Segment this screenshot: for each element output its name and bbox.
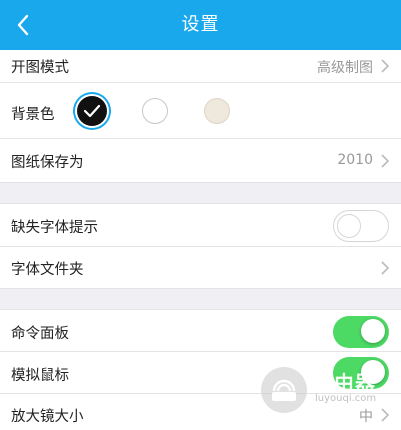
missing-font-row: 缺失字体提示 xyxy=(0,203,401,247)
chevron-right-icon xyxy=(381,59,390,73)
save-as-row[interactable]: 图纸保存为 2010 xyxy=(0,139,401,183)
save-as-value: 2010 xyxy=(337,152,373,168)
open-mode-value: 高级制图 xyxy=(317,60,373,76)
toggle-knob xyxy=(361,319,385,343)
watermark-domain: luyouqi.com xyxy=(315,393,377,404)
check-icon xyxy=(83,104,101,118)
simulate-mouse-label: 模拟鼠标 xyxy=(11,368,69,384)
app-bar: 设置 xyxy=(0,0,401,50)
router-logo-icon xyxy=(261,367,307,413)
font-folder-label: 字体文件夹 xyxy=(11,262,84,278)
save-as-label: 图纸保存为 xyxy=(11,155,84,171)
command-panel-row: 命令面板 xyxy=(0,309,401,352)
watermark-brand: 路由器 xyxy=(313,371,376,395)
background-color-row: 背景色 xyxy=(0,83,401,139)
watermark: 路由器 luyouqi.com xyxy=(261,363,401,423)
magnifier-label: 放大镜大小 xyxy=(11,409,84,425)
chevron-right-icon xyxy=(381,261,390,275)
toggle-knob xyxy=(337,213,361,238)
missing-font-label: 缺失字体提示 xyxy=(11,220,98,236)
open-mode-label: 开图模式 xyxy=(11,60,69,76)
font-folder-row[interactable]: 字体文件夹 xyxy=(0,247,401,289)
open-mode-row[interactable]: 开图模式 高级制图 xyxy=(0,50,401,83)
bg-swatch-black[interactable] xyxy=(77,96,107,126)
chevron-right-icon xyxy=(381,154,390,168)
background-color-label: 背景色 xyxy=(11,107,55,123)
missing-font-toggle[interactable] xyxy=(333,210,389,242)
command-panel-toggle[interactable] xyxy=(333,316,389,348)
bg-swatch-cream[interactable] xyxy=(204,98,230,124)
command-panel-label: 命令面板 xyxy=(11,326,69,342)
bg-swatch-white[interactable] xyxy=(142,98,168,124)
page-title: 设置 xyxy=(181,14,220,35)
settings-screen: 设置 开图模式 高级制图 背景色 图纸保存为 2010 缺失字体提示 字体文件夹… xyxy=(0,0,401,430)
